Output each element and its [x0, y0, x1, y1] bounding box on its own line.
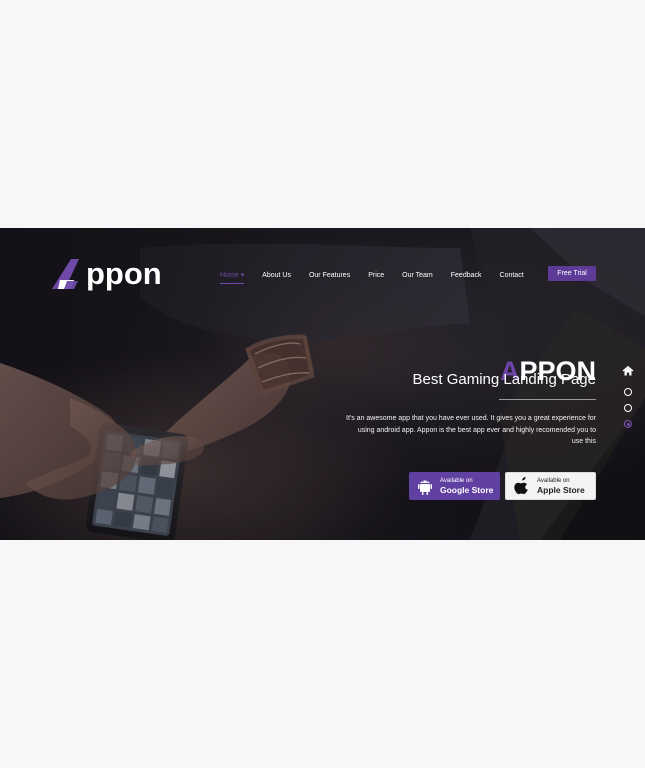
hero-divider — [499, 399, 596, 400]
android-icon — [415, 476, 435, 496]
nav-link-our-team[interactable]: Our Team — [402, 266, 433, 286]
hero-description: It's an awesome app that you have ever u… — [346, 415, 596, 445]
google-store-texts: Available on Google Store — [440, 477, 493, 496]
google-store-button[interactable]: Available on Google Store — [409, 472, 500, 500]
section-dot-3[interactable] — [624, 420, 632, 428]
nav-link-feedback[interactable]: Feedback — [451, 266, 482, 286]
main-menu: Home ▾ About Us Our Features Price Our T… — [220, 266, 542, 286]
chevron-down-icon: ▾ — [240, 271, 245, 279]
page: ppon Home ▾ About Us Our Features Price … — [0, 0, 645, 768]
nav-link-about-us[interactable]: About Us — [262, 266, 291, 286]
nav-link-contact[interactable]: Contact — [500, 266, 524, 286]
free-trial-button[interactable]: Free Trial — [548, 266, 596, 281]
store-big-label: Google Store — [440, 484, 494, 495]
store-big-label: Apple Store — [537, 484, 585, 495]
nav-link-home[interactable]: Home ▾ — [220, 269, 245, 284]
apple-store-button[interactable]: Available on Apple Store — [505, 472, 596, 500]
nav-link-price[interactable]: Price — [368, 266, 384, 286]
hero-section: ppon Home ▾ About Us Our Features Price … — [0, 228, 645, 540]
home-icon[interactable] — [622, 364, 634, 376]
apex-a-icon — [50, 257, 84, 291]
nav-link-our-features[interactable]: Our Features — [309, 266, 350, 286]
apple-store-texts: Available on Apple Store — [537, 477, 585, 496]
brand-logo[interactable]: ppon — [50, 257, 162, 291]
nav-link-label: Home — [220, 271, 239, 279]
section-dot-1[interactable] — [624, 388, 632, 396]
hero-subtitle: Best Gaming Landing Page — [412, 371, 596, 388]
apple-icon — [512, 476, 532, 496]
section-side-nav — [620, 364, 636, 434]
brand-logo-text: ppon — [86, 256, 162, 291]
top-navbar: ppon Home ▾ About Us Our Features Price … — [0, 228, 645, 318]
store-small-label: Available on — [537, 477, 570, 484]
store-small-label: Available on — [440, 477, 473, 484]
section-dot-2[interactable] — [624, 404, 632, 412]
